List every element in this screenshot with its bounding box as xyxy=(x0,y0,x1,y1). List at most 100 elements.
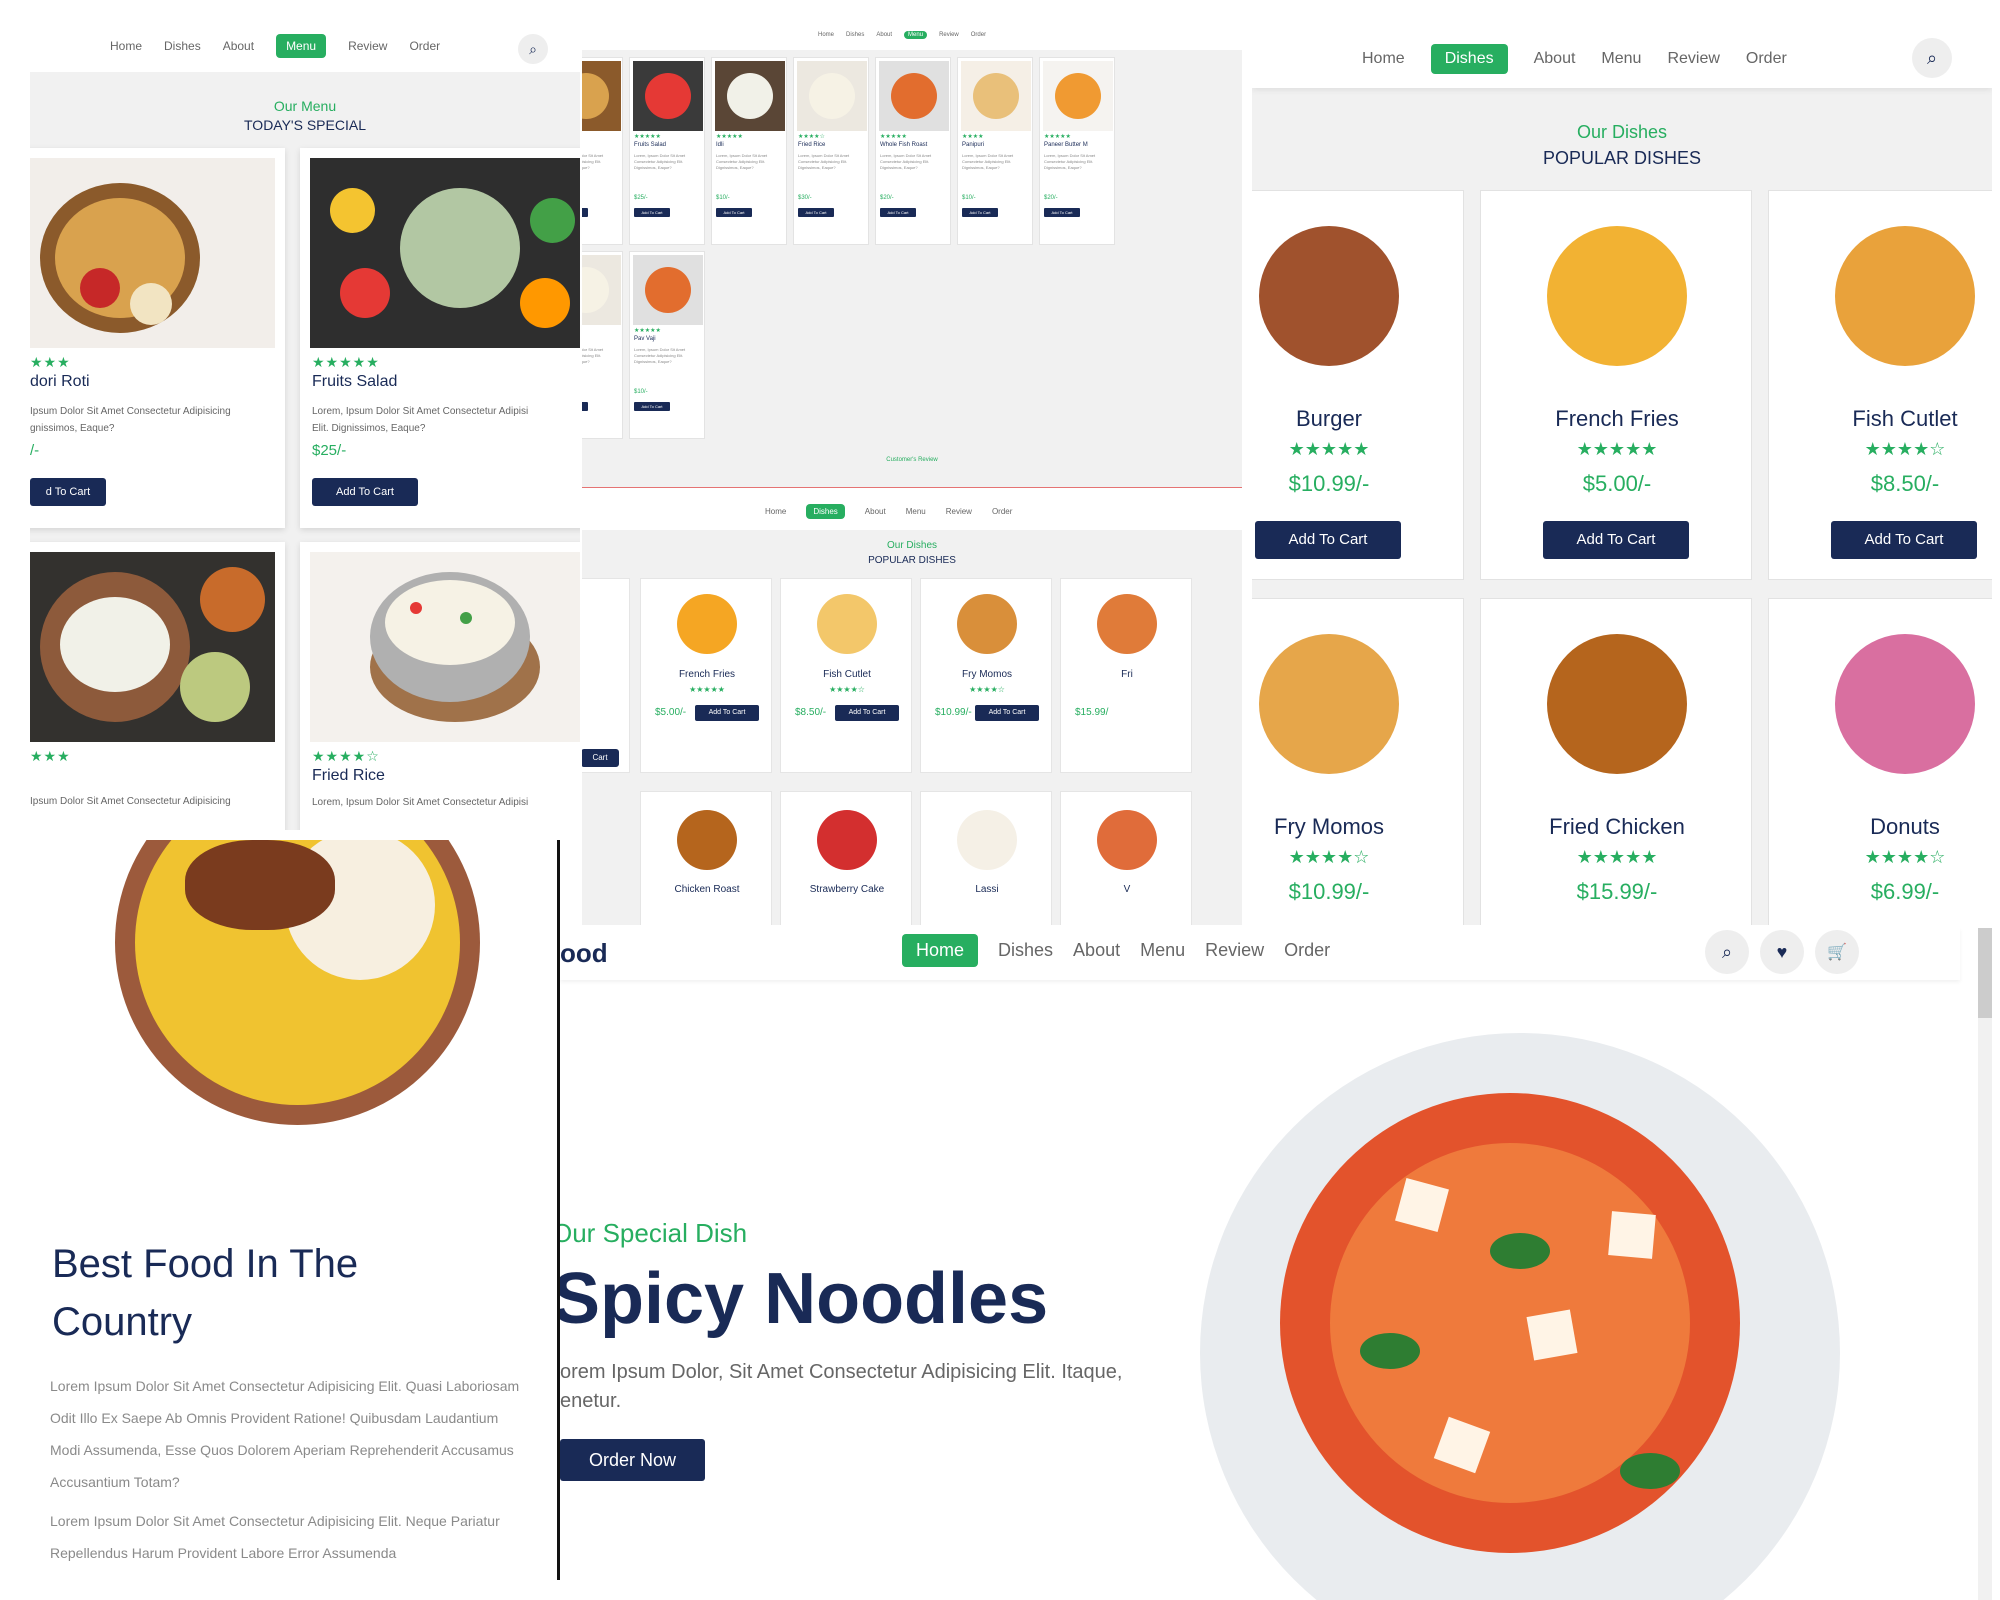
dish-description: Lorem, Ipsum Dolor Sit Amet Consectetur … xyxy=(312,406,529,434)
nav-home[interactable]: Home xyxy=(765,507,786,516)
mini-dish-card: Fri $15.99/ xyxy=(1060,578,1192,773)
nav-home[interactable]: Home xyxy=(110,39,142,53)
nav-menu[interactable]: Menu xyxy=(904,31,928,39)
rating-stars: ★★★★★ xyxy=(1576,847,1658,867)
nav-menu[interactable]: Menu xyxy=(1601,50,1641,68)
nav-menu[interactable]: Menu xyxy=(906,507,926,516)
mini-menu-card: ★★★★★ Pav Vaji Lorem, Ipsum Dolor Sit Amet… xyxy=(629,251,705,439)
about-heading: Best Food In The Country xyxy=(52,1242,359,1344)
search-icon[interactable]: ⌕ xyxy=(1705,930,1749,974)
add-to-cart-button[interactable]: Add To Cart xyxy=(835,705,899,721)
dish-name: dori Roti xyxy=(30,373,90,390)
add-to-cart-button[interactable]: Cart xyxy=(582,749,619,767)
add-to-cart-button[interactable]: Add To Cart xyxy=(880,208,916,217)
search-icon[interactable]: ⌕ xyxy=(1912,38,1952,78)
dish-image-detail xyxy=(727,73,773,119)
nav-home[interactable]: Home xyxy=(902,934,979,967)
nav-order[interactable]: Order xyxy=(971,32,986,38)
rating-stars: ★★★★☆ xyxy=(798,134,825,140)
menu-panel: Home Dishes About Menu Review Order ⌕ Ou… xyxy=(30,0,580,830)
order-now-button[interactable]: Order Now xyxy=(560,1439,705,1481)
dish-description: Lorem, Ipsum Dolor Sit Amet Consectetur … xyxy=(716,153,768,170)
add-to-cart-button[interactable]: Add To Cart xyxy=(1255,521,1401,559)
add-to-cart-button[interactable]: Add To Cart xyxy=(962,208,998,217)
nav-review[interactable]: Review xyxy=(939,32,959,38)
dish-price: $20/- xyxy=(1044,195,1058,201)
mini-menu-card: ★★★★★ Fruits Salad Lorem, Ipsum Dolor Sit … xyxy=(629,57,705,245)
add-to-cart-button[interactable]: Add To Cart xyxy=(798,208,834,217)
nav-review[interactable]: Review xyxy=(348,39,387,53)
dish-description: Lorem, Ipsum Dolor Sit Amet Consectetur … xyxy=(962,153,1014,170)
dish-name: French Fries xyxy=(1555,406,1679,431)
dish-name: Fried Rice xyxy=(312,767,385,784)
nav-about[interactable]: About xyxy=(1534,50,1576,68)
nav-about[interactable]: About xyxy=(1073,940,1120,961)
rating-stars: ★★★★★ xyxy=(880,134,907,140)
menu-card: ★★★★★ Fruits Salad Lorem, Ipsum Dolor Si… xyxy=(300,148,580,528)
nav-menu[interactable]: Menu xyxy=(1140,940,1185,961)
dish-name: Fry Momos xyxy=(962,669,1012,680)
nav-review[interactable]: Review xyxy=(946,507,972,516)
nav-home[interactable]: Home xyxy=(818,32,834,38)
dish-image xyxy=(1835,226,1975,366)
dish-image-detail xyxy=(645,73,691,119)
nav-dishes[interactable]: Dishes xyxy=(806,504,845,519)
add-to-cart-button[interactable]: Add To Cart xyxy=(695,705,759,721)
mini-dish-row: Chicken Roast Strawberry Cake Lassi V xyxy=(640,791,1192,925)
mini-menu-row: tiLorem, Ipsum Dolor Sit Amet Consectetu… xyxy=(582,57,1115,245)
nav-dishes[interactable]: Dishes xyxy=(846,32,864,38)
nav-about[interactable]: About xyxy=(223,39,254,53)
mini-menu-card: staLorem, Ipsum Dolor Sit Amet Consectet… xyxy=(582,251,623,439)
add-to-cart-button[interactable]: Add To Cart xyxy=(1831,521,1977,559)
add-to-cart-button[interactable]: d To Cart xyxy=(30,478,106,506)
search-icon[interactable]: ⌕ xyxy=(518,34,548,64)
dish-name: V xyxy=(1123,884,1131,895)
dish-description: Ipsum Dolor Sit Amet Consectetur Adipisi… xyxy=(30,796,231,807)
mini-dish-card: Fry Momos ★★★★☆ $10.99/- Add To Cart xyxy=(920,578,1052,773)
nav-about[interactable]: About xyxy=(876,32,892,38)
scrollbar[interactable] xyxy=(1978,928,1992,1600)
nav-menu[interactable]: Menu xyxy=(276,34,327,58)
add-to-cart-button[interactable]: Add To Cart xyxy=(1044,208,1080,217)
menu-title: TODAY'S SPECIAL xyxy=(244,117,366,133)
nav-dishes[interactable]: Dishes xyxy=(998,940,1053,961)
nav-about[interactable]: About xyxy=(865,507,886,516)
nav-home[interactable]: Home xyxy=(1362,50,1405,68)
add-to-cart-button[interactable]: Add To Cart xyxy=(716,208,752,217)
mini-dish-card: V xyxy=(1060,791,1192,925)
nav-order[interactable]: Order xyxy=(1284,940,1330,961)
add-to-cart-button[interactable]: Add To Cart xyxy=(582,208,588,217)
about-paragraph: Lorem Ipsum Dolor Sit Amet Consectetur A… xyxy=(50,1513,500,1561)
dish-description: Lorem, Ipsum Dolor Sit Amet Consectetur … xyxy=(582,347,604,364)
rating-stars: ★★★★☆ xyxy=(1864,439,1946,459)
nav-dishes[interactable]: Dishes xyxy=(164,39,201,53)
dish-card: French Fries ★★★★★ $5.00/- Add To Cart xyxy=(1480,190,1752,580)
nav-review[interactable]: Review xyxy=(1667,50,1719,68)
dish-image xyxy=(582,255,621,325)
logo[interactable]: ood xyxy=(560,938,608,969)
nav-review[interactable]: Review xyxy=(1205,940,1264,961)
dish-image xyxy=(817,594,877,654)
mini-dish-card: French Fries ★★★★★ $5.00/- Add To Cart xyxy=(640,578,772,773)
dish-image xyxy=(677,810,737,870)
dish-name: Fruits Salad xyxy=(312,373,398,390)
dish-image xyxy=(1547,634,1687,774)
heart-icon[interactable]: ♥ xyxy=(1760,930,1804,974)
add-to-cart-button[interactable]: Add To Cart xyxy=(975,705,1039,721)
dish-price: /- xyxy=(30,442,40,459)
add-to-cart-button[interactable]: Add To Cart xyxy=(634,402,670,411)
rating-stars: ★★★★☆ xyxy=(1288,847,1370,867)
add-to-cart-button[interactable]: Add To Cart xyxy=(582,402,588,411)
nav-order[interactable]: Order xyxy=(1746,50,1787,68)
dish-image-detail xyxy=(582,73,609,119)
cart-icon[interactable]: 🛒 xyxy=(1815,930,1859,974)
nav-order[interactable]: Order xyxy=(409,39,440,53)
add-to-cart-button[interactable]: Add To Cart xyxy=(312,478,418,506)
nav-order[interactable]: Order xyxy=(992,507,1012,516)
fruits-salad-image xyxy=(310,158,580,348)
nav-dishes[interactable]: Dishes xyxy=(1430,44,1508,74)
add-to-cart-button[interactable]: Add To Cart xyxy=(634,208,670,217)
dish-image xyxy=(957,594,1017,654)
add-to-cart-button[interactable]: Add To Cart xyxy=(1543,521,1689,559)
dish-name: Fry Momos xyxy=(1274,814,1384,839)
